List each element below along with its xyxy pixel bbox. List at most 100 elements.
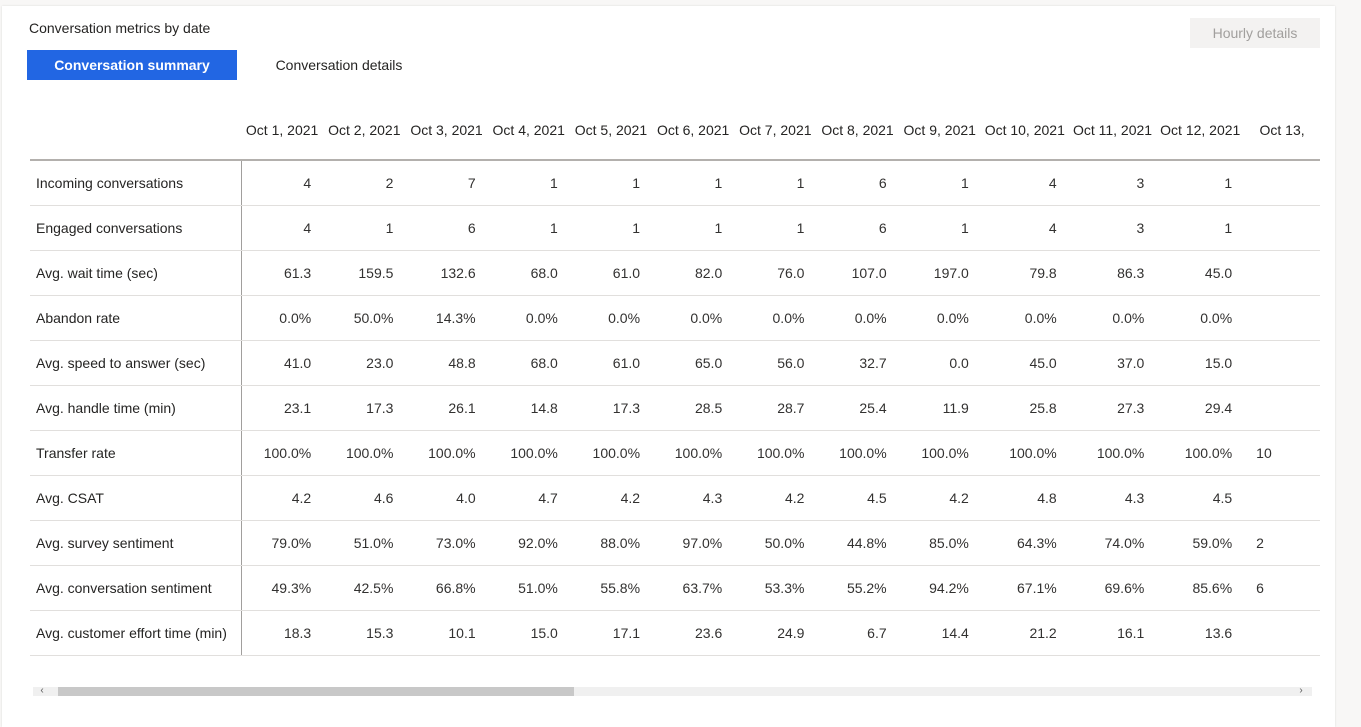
metric-value-cell: 4.7 <box>487 475 570 521</box>
table-row: Avg. speed to answer (sec) 41.0 23.0 48.8 68… <box>30 340 1320 386</box>
tab-conversation-details[interactable]: Conversation details <box>249 50 429 80</box>
metric-value-cell: 2 <box>323 160 406 206</box>
metric-value-cell: 65.0 <box>652 340 735 386</box>
metric-value-cell: 17.3 <box>569 385 653 431</box>
scroll-right-icon[interactable]: › <box>1296 684 1306 698</box>
metric-value-cell: 74.0% <box>1068 520 1157 566</box>
metric-value-cell: 61.0 <box>569 340 653 386</box>
metric-value-cell: 15.0 <box>487 610 570 656</box>
metric-value-cell: 68.0 <box>487 340 570 386</box>
metric-value-cell: 17.3 <box>323 385 406 431</box>
table-row: Abandon rate 0.0% 50.0% 14.3% 0.0% 0.0% 0.0% 0.… <box>30 295 1320 341</box>
tab-conversation-summary[interactable]: Conversation summary <box>27 50 237 80</box>
column-header-date: Oct 11, 2021 <box>1068 100 1157 161</box>
metric-value-cell: 6 <box>816 160 899 206</box>
metric-value-cell: 48.8 <box>405 340 488 386</box>
metric-value-cell: 0.0% <box>569 295 653 341</box>
row-label: Incoming conversations <box>30 160 242 206</box>
metric-value-cell: 23.0 <box>323 340 406 386</box>
row-label: Avg. survey sentiment <box>30 520 242 566</box>
metric-value-cell: 11.9 <box>898 385 981 431</box>
metric-value-cell: 4 <box>241 205 324 251</box>
metric-value-cell: 0.0% <box>241 295 324 341</box>
metric-value-cell: 100.0% <box>734 430 817 476</box>
table-row: Avg. handle time (min) 23.1 17.3 26.1 14.8 17… <box>30 385 1320 431</box>
metric-value-cell: 1 <box>898 160 981 206</box>
metric-value-cell: 0.0% <box>1068 295 1157 341</box>
metric-value-cell: 51.0% <box>323 520 406 566</box>
metric-value-cell: 67.1% <box>980 565 1069 611</box>
metric-value-cell: 79.8 <box>980 250 1069 296</box>
header-corner-cell <box>30 100 242 161</box>
metric-value-cell: 50.0% <box>734 520 817 566</box>
row-label: Transfer rate <box>30 430 242 476</box>
metric-value-cell: 82.0 <box>652 250 735 296</box>
metric-value-cell: 13.6 <box>1156 610 1245 656</box>
metric-value-cell: 6.7 <box>816 610 899 656</box>
metric-value-cell <box>1244 250 1320 296</box>
metric-value-cell: 107.0 <box>816 250 899 296</box>
metric-value-cell: 56.0 <box>734 340 817 386</box>
metric-value-cell: 61.0 <box>569 250 653 296</box>
metric-value-cell: 1 <box>652 205 735 251</box>
row-label: Avg. speed to answer (sec) <box>30 340 242 386</box>
metric-value-cell: 1 <box>1156 205 1245 251</box>
metric-value-cell: 3 <box>1068 160 1157 206</box>
metric-value-cell: 29.4 <box>1156 385 1245 431</box>
row-label: Abandon rate <box>30 295 242 341</box>
metric-value-cell: 0.0% <box>487 295 570 341</box>
metric-value-cell: 4.6 <box>323 475 406 521</box>
metric-value-cell: 85.0% <box>898 520 981 566</box>
metric-value-cell <box>1244 340 1320 386</box>
column-header-date: Oct 4, 2021 <box>487 100 570 161</box>
metric-value-cell: 37.0 <box>1068 340 1157 386</box>
metric-value-cell: 53.3% <box>734 565 817 611</box>
metric-value-cell: 1 <box>323 205 406 251</box>
metric-value-cell: 132.6 <box>405 250 488 296</box>
column-header-date: Oct 10, 2021 <box>980 100 1069 161</box>
metric-value-cell: 0.0% <box>1156 295 1245 341</box>
metric-value-cell: 0.0% <box>980 295 1069 341</box>
metric-value-cell: 3 <box>1068 205 1157 251</box>
scroll-left-icon[interactable]: ‹ <box>37 684 47 698</box>
metric-value-cell: 63.7% <box>652 565 735 611</box>
metric-value-cell: 55.2% <box>816 565 899 611</box>
card-title: Conversation metrics by date <box>29 20 211 36</box>
metric-value-cell: 1 <box>487 205 570 251</box>
scrollbar-thumb[interactable] <box>58 687 574 696</box>
metric-value-cell: 85.6% <box>1156 565 1245 611</box>
hourly-details-button[interactable]: Hourly details <box>1190 18 1320 48</box>
metric-value-cell: 0.0% <box>898 295 981 341</box>
metric-value-cell: 100.0% <box>1156 430 1245 476</box>
table-row: Avg. survey sentiment 79.0% 51.0% 73.0% 92.0… <box>30 520 1320 566</box>
metrics-table-viewport: Oct 1, 2021 Oct 2, 2021 Oct 3, 2021 Oct 4, … <box>30 100 1320 656</box>
metric-value-cell <box>1244 475 1320 521</box>
metric-value-cell: 197.0 <box>898 250 981 296</box>
metrics-table: Oct 1, 2021 Oct 2, 2021 Oct 3, 2021 Oct 4, … <box>30 100 1320 656</box>
metric-value-cell <box>1244 385 1320 431</box>
metric-value-cell: 100.0% <box>241 430 324 476</box>
metric-value-cell: 24.9 <box>734 610 817 656</box>
metric-value-cell: 76.0 <box>734 250 817 296</box>
metric-value-cell: 100.0% <box>652 430 735 476</box>
metric-value-cell: 159.5 <box>323 250 406 296</box>
metric-value-cell: 100.0% <box>569 430 653 476</box>
metric-value-cell: 1 <box>569 160 653 206</box>
horizontal-scrollbar[interactable]: ‹ › <box>33 684 1312 698</box>
column-header-date: Oct 3, 2021 <box>405 100 488 161</box>
metric-value-cell: 66.8% <box>405 565 488 611</box>
metric-value-cell: 14.3% <box>405 295 488 341</box>
metric-value-cell: 55.8% <box>569 565 653 611</box>
metric-value-cell: 61.3 <box>241 250 324 296</box>
metric-value-cell: 1 <box>734 205 817 251</box>
column-header-date: Oct 2, 2021 <box>323 100 406 161</box>
metric-value-cell: 25.4 <box>816 385 899 431</box>
row-label: Engaged conversations <box>30 205 242 251</box>
metric-value-cell: 0.0% <box>816 295 899 341</box>
table-header-row: Oct 1, 2021 Oct 2, 2021 Oct 3, 2021 Oct 4, … <box>30 100 1320 161</box>
metric-value-cell: 64.3% <box>980 520 1069 566</box>
metric-value-cell: 4.2 <box>898 475 981 521</box>
metric-value-cell: 25.8 <box>980 385 1069 431</box>
metric-value-cell: 51.0% <box>487 565 570 611</box>
metric-value-cell: 92.0% <box>487 520 570 566</box>
